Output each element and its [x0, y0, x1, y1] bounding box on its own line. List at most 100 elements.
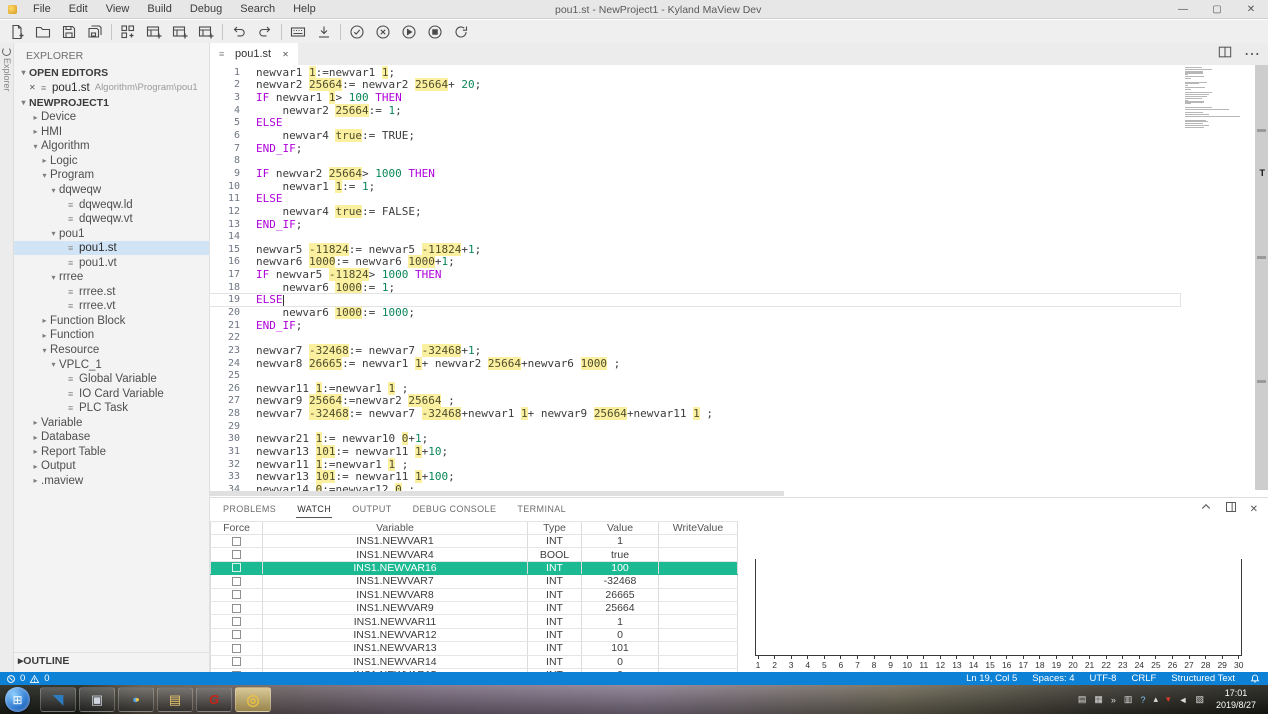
code-line-22[interactable]: 22: [210, 331, 1180, 344]
status-spaces-4[interactable]: Spaces: 4: [1032, 673, 1074, 684]
tree-item-logic[interactable]: ▸Logic: [14, 154, 209, 169]
tree-item-report-table[interactable]: ▸Report Table: [14, 445, 209, 460]
menu-debug[interactable]: Debug: [181, 0, 231, 18]
force-checkbox[interactable]: [232, 604, 241, 613]
tree-item-hmi[interactable]: ▸HMI: [14, 125, 209, 140]
outline-section[interactable]: ▸ OUTLINE: [14, 652, 209, 668]
panel-layout-icon[interactable]: [1225, 500, 1237, 518]
menu-file[interactable]: File: [24, 0, 60, 18]
tree-item-output[interactable]: ▸Output: [14, 459, 209, 474]
validate-button[interactable]: [344, 21, 370, 42]
code-line-33[interactable]: 33newvar13 101:= newvar11 1+100;: [210, 471, 1180, 484]
more-actions-icon[interactable]: ⋯: [1244, 44, 1260, 64]
save-all-button[interactable]: [82, 21, 108, 42]
tree-item-function-block[interactable]: ▸Function Block: [14, 314, 209, 329]
overflow-chevron-icon[interactable]: »: [1111, 695, 1116, 705]
code-line-13[interactable]: 13END_IF;: [210, 218, 1180, 231]
code-line-11[interactable]: 11ELSE: [210, 192, 1180, 205]
code-line-8[interactable]: 8: [210, 154, 1180, 167]
tree-item-io-card-variable[interactable]: ≡IO Card Variable: [14, 386, 209, 401]
watch-row[interactable]: INS1.NEWVAR1INT1: [210, 535, 738, 548]
force-checkbox[interactable]: [232, 577, 241, 586]
code-line-2[interactable]: 2newvar2 25664:= newvar2 25664+ 20;: [210, 79, 1180, 92]
editor-horizontal-scrollbar[interactable]: [210, 490, 1253, 497]
minimize-button[interactable]: —: [1166, 0, 1200, 19]
watch-row[interactable]: INS1.NEWVAR12INT0: [210, 629, 738, 642]
new-block-button[interactable]: [115, 21, 141, 42]
tree-item-variable[interactable]: ▸Variable: [14, 415, 209, 430]
code-line-30[interactable]: 30newvar21 1:= newvar10 0+1;: [210, 433, 1180, 446]
explorer-icon[interactable]: [2, 47, 11, 56]
compile-button[interactable]: [285, 21, 311, 42]
code-line-17[interactable]: 17IF newvar5 -11824> 1000 THEN: [210, 268, 1180, 281]
tree-item-program[interactable]: ▾Program: [14, 168, 209, 183]
add-pou-table-button[interactable]: [141, 21, 167, 42]
open-editor-item[interactable]: ✕ ≡ pou1.st Algorithm\Program\pou1: [14, 80, 209, 95]
tree-item-pou1-st[interactable]: ≡pou1.st: [14, 241, 209, 256]
code-line-27[interactable]: 27newvar9 25664:=newvar2 25664 ;: [210, 395, 1180, 408]
code-line-6[interactable]: 6 newvar4 true:= TRUE;: [210, 129, 1180, 142]
tree-item-plc-task[interactable]: ≡PLC Task: [14, 401, 209, 416]
taskbar-app-file-manager[interactable]: [157, 687, 193, 712]
code-line-3[interactable]: 3IF newvar1 1> 100 THEN: [210, 91, 1180, 104]
add-report-table-button[interactable]: [193, 21, 219, 42]
watch-row[interactable]: INS1.NEWVAR14INT0: [210, 656, 738, 669]
volume-muted-icon[interactable]: ◄: [1179, 695, 1188, 705]
run-button[interactable]: [396, 21, 422, 42]
tree-item-rrree-vt[interactable]: ≡rrree.vt: [14, 299, 209, 314]
network-tray-icon[interactable]: ▧: [1195, 694, 1204, 705]
tree-item-pou1[interactable]: ▾pou1: [14, 226, 209, 241]
tree-item-rrree[interactable]: ▾rrree: [14, 270, 209, 285]
status-utf-8[interactable]: UTF-8: [1090, 673, 1117, 684]
watch-row[interactable]: INS1.NEWVAR11INT1: [210, 615, 738, 628]
status-ln-19-col-5[interactable]: Ln 19, Col 5: [966, 673, 1017, 684]
menu-view[interactable]: View: [97, 0, 139, 18]
panel-tab-problems[interactable]: PROBLEMS: [222, 500, 277, 518]
code-line-19[interactable]: 19ELSE: [210, 294, 1180, 307]
code-line-10[interactable]: 10 newvar1 1:= 1;: [210, 180, 1180, 193]
tree-item-rrree-st[interactable]: ≡rrree.st: [14, 285, 209, 300]
force-checkbox[interactable]: [232, 657, 241, 666]
watch-row[interactable]: INS1.NEWVAR7INT-32468: [210, 575, 738, 588]
force-checkbox[interactable]: [232, 590, 241, 599]
redo-button[interactable]: [252, 21, 278, 42]
minimap[interactable]: [1181, 67, 1253, 489]
cancel-button[interactable]: [370, 21, 396, 42]
help-tray-icon[interactable]: ?: [1140, 695, 1145, 705]
tree-item-resource[interactable]: ▾Resource: [14, 343, 209, 358]
code-line-5[interactable]: 5ELSE: [210, 117, 1180, 130]
folder-tray-icon[interactable]: ▦: [1094, 694, 1103, 705]
watch-row[interactable]: INS1.NEWVAR8INT26665: [210, 589, 738, 602]
editor-vertical-scrollbar[interactable]: T: [1255, 65, 1268, 490]
code-line-14[interactable]: 14: [210, 230, 1180, 243]
close-button[interactable]: ✕: [1234, 0, 1268, 19]
tree-item-function[interactable]: ▸Function: [14, 328, 209, 343]
tree-item-dqweqw-ld[interactable]: ≡dqweqw.ld: [14, 197, 209, 212]
status-structured-text[interactable]: Structured Text: [1171, 673, 1235, 684]
add-var-table-button[interactable]: [167, 21, 193, 42]
menu-build[interactable]: Build: [138, 0, 180, 18]
taskbar-clock[interactable]: 17:01 2019/8/27: [1212, 688, 1262, 711]
notifications-bell-icon[interactable]: [1250, 673, 1260, 684]
restart-button[interactable]: [448, 21, 474, 42]
panel-tab-watch[interactable]: WATCH: [296, 500, 332, 518]
taskbar-app-maview[interactable]: [235, 687, 271, 712]
tree-item-algorithm[interactable]: ▾Algorithm: [14, 139, 209, 154]
code-line-16[interactable]: 16newvar6 1000:= newvar6 1000+1;: [210, 256, 1180, 269]
maximize-button[interactable]: ▢: [1200, 0, 1234, 19]
watch-row[interactable]: INS1.NEWVAR13INT101: [210, 642, 738, 655]
problems-status[interactable]: 0 0: [0, 673, 50, 684]
tab-close-icon[interactable]: ✕: [282, 50, 289, 59]
tree-item--maview[interactable]: ▸.maview: [14, 474, 209, 489]
status-crlf[interactable]: CRLF: [1131, 673, 1156, 684]
code-line-24[interactable]: 24newvar8 26665:= newvar1 1+ newvar2 256…: [210, 357, 1180, 370]
panel-close-icon[interactable]: ✕: [1250, 504, 1258, 515]
antivirus-tray-icon[interactable]: ▾: [1166, 694, 1171, 705]
menu-search[interactable]: Search: [231, 0, 284, 18]
tree-item-global-variable[interactable]: ≡Global Variable: [14, 372, 209, 387]
code-line-9[interactable]: 9IF newvar2 25664> 1000 THEN: [210, 167, 1180, 180]
code-line-25[interactable]: 25: [210, 369, 1180, 382]
remote-desktop-tray-icon[interactable]: ▤: [1078, 694, 1087, 705]
menu-edit[interactable]: Edit: [60, 0, 97, 18]
tab-pou1-st[interactable]: ≡ pou1.st ✕: [210, 43, 298, 65]
